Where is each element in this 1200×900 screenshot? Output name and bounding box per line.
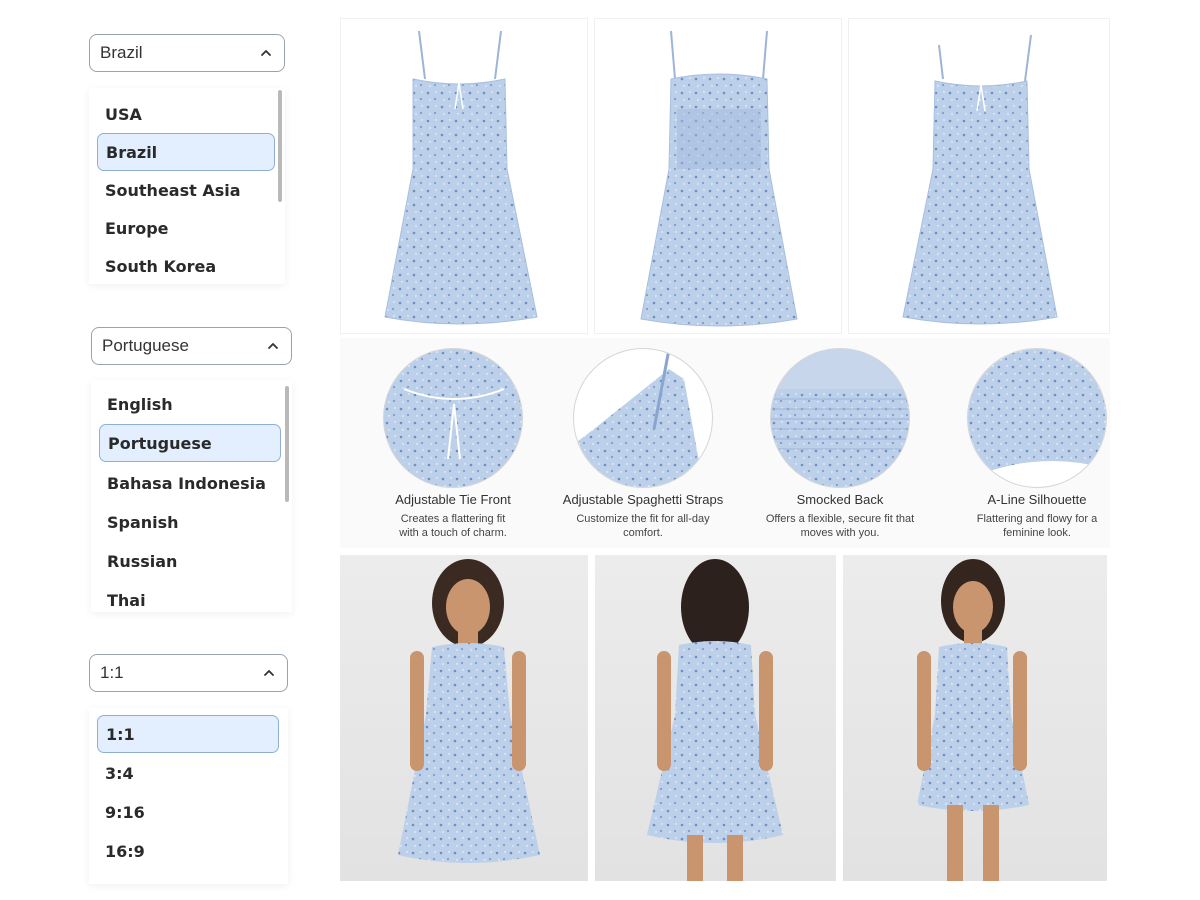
model-photo-three-quarter [843, 555, 1107, 881]
feature-desc: Customize the fit for all-day comfort. [553, 512, 733, 540]
detail-image-smocked-back [770, 348, 910, 488]
feature-desc-line: comfort. [623, 527, 663, 539]
feature-desc: Creates a flattering fit with a touch of… [363, 512, 543, 540]
region-option-south-korea[interactable]: South Korea [97, 247, 275, 284]
ratio-options-list: 1:1 3:4 9:16 16:9 [89, 708, 288, 884]
language-option-russian[interactable]: Russian [99, 542, 281, 580]
chevron-up-icon [265, 338, 281, 354]
language-options-list: English Portuguese Bahasa Indonesia Span… [91, 380, 292, 612]
region-scrollbar[interactable] [278, 90, 282, 202]
detail-image-tie-front [383, 348, 523, 488]
ratio-option-1-1[interactable]: 1:1 [97, 715, 279, 753]
detail-image-a-line [967, 348, 1107, 488]
region-select[interactable]: Brazil [89, 34, 285, 72]
ratio-option-9-16[interactable]: 9:16 [97, 793, 279, 831]
model-photo-front [340, 555, 588, 881]
language-option-english[interactable]: English [99, 385, 281, 423]
feature-tie-front: Adjustable Tie Front Creates a flatterin… [363, 492, 543, 540]
language-select-value: Portuguese [102, 336, 189, 355]
feature-desc-line: feminine look. [1003, 527, 1071, 539]
language-option-thai[interactable]: Thai [99, 581, 281, 612]
region-option-brazil[interactable]: Brazil [97, 133, 275, 171]
region-option-usa[interactable]: USA [97, 95, 275, 133]
feature-title: Smocked Back [796, 492, 884, 507]
feature-a-line: A-Line Silhouette Flattering and flowy f… [947, 492, 1127, 540]
product-image-back [594, 18, 842, 334]
chevron-up-icon [258, 45, 274, 61]
ratio-option-16-9[interactable]: 16:9 [97, 832, 279, 870]
chevron-up-icon [261, 665, 277, 681]
feature-desc-line: Creates a flattering fit [400, 513, 506, 525]
language-option-portuguese[interactable]: Portuguese [99, 424, 281, 462]
language-option-spanish[interactable]: Spanish [99, 503, 281, 541]
ratio-select[interactable]: 1:1 [89, 654, 288, 692]
product-image-front [340, 18, 588, 334]
feature-desc-line: Offers a flexible, secure fit that [765, 513, 915, 525]
model-photo-back [595, 555, 836, 881]
language-select[interactable]: Portuguese [91, 327, 292, 365]
ratio-option-3-4[interactable]: 3:4 [97, 754, 279, 792]
region-options-list: USA Brazil Southeast Asia Europe South K… [89, 88, 285, 284]
feature-desc: Offers a flexible, secure fit that moves… [750, 512, 930, 540]
region-select-value: Brazil [100, 43, 143, 62]
product-image-angle [848, 18, 1110, 334]
feature-desc: Flattering and flowy for a feminine look… [947, 512, 1127, 540]
feature-smocked-back: Smocked Back Offers a flexible, secure f… [750, 492, 930, 540]
feature-title: A-Line Silhouette [987, 492, 1087, 507]
region-option-southeast-asia[interactable]: Southeast Asia [97, 171, 275, 209]
feature-spaghetti-straps: Adjustable Spaghetti Straps Customize th… [553, 492, 733, 540]
detail-image-spaghetti-straps [573, 348, 713, 488]
ratio-select-value: 1:1 [100, 663, 124, 682]
feature-title: Adjustable Tie Front [395, 492, 511, 507]
feature-desc-line: Customize the fit for all-day [576, 513, 710, 525]
region-option-europe[interactable]: Europe [97, 209, 275, 247]
feature-desc-line: with a touch of charm. [399, 527, 507, 539]
language-scrollbar[interactable] [285, 386, 289, 502]
feature-desc-line: moves with you. [800, 527, 880, 539]
feature-detail-strip: Adjustable Tie Front Creates a flatterin… [340, 338, 1110, 548]
feature-title: Adjustable Spaghetti Straps [562, 492, 724, 507]
language-option-bahasa-indonesia[interactable]: Bahasa Indonesia [99, 464, 281, 502]
feature-desc-line: Flattering and flowy for a [976, 513, 1098, 525]
